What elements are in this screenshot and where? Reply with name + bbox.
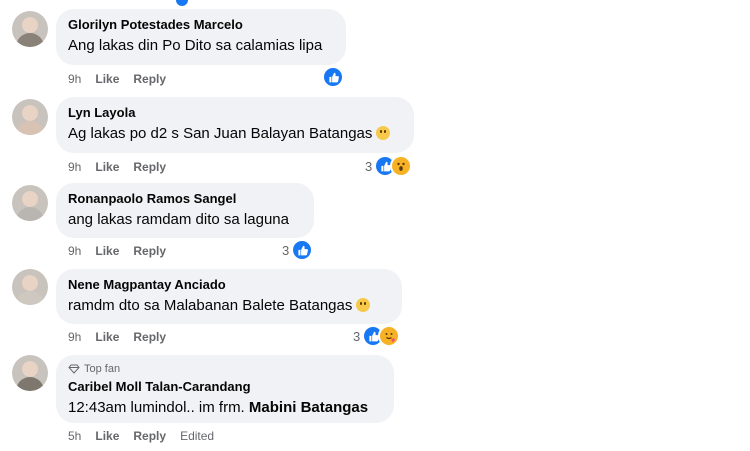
avatar[interactable] bbox=[12, 99, 48, 135]
timestamp[interactable]: 9h bbox=[68, 71, 81, 87]
comment-text: Ang lakas din Po Dito sa calamias lipa bbox=[68, 37, 323, 54]
comment-actions: 9h Like Reply bbox=[68, 159, 166, 175]
top-fan-badge: Top fan bbox=[68, 362, 382, 376]
reply-button[interactable]: Reply bbox=[133, 159, 166, 175]
comment-actions: 5h Like Reply Edited bbox=[68, 428, 214, 444]
like-button[interactable]: Like bbox=[95, 159, 119, 175]
timestamp[interactable]: 9h bbox=[68, 243, 81, 259]
sad-emoji-icon bbox=[356, 298, 371, 312]
reaction-summary[interactable]: 3 bbox=[282, 239, 314, 261]
avatar[interactable] bbox=[12, 269, 48, 305]
comment-actions: 9h Like Reply bbox=[68, 71, 166, 87]
reply-button[interactable]: Reply bbox=[133, 71, 166, 87]
reply-button[interactable]: Reply bbox=[133, 329, 166, 345]
comment-bubble: Nene Magpantay Anciado ramdm dto sa Mala… bbox=[56, 269, 402, 324]
reaction-summary[interactable]: 3 bbox=[353, 325, 401, 347]
reaction-summary[interactable]: 3 bbox=[365, 155, 413, 177]
reaction-count: 3 bbox=[353, 328, 361, 344]
comment-text: ramdm dto sa Malabanan Balete Batangas bbox=[68, 296, 390, 316]
comment-text: ang lakas ramdam dito sa laguna bbox=[68, 211, 289, 228]
like-button[interactable]: Like bbox=[95, 71, 119, 87]
reaction-count: 3 bbox=[282, 242, 290, 258]
avatar[interactable] bbox=[12, 11, 48, 47]
comment-text-bold: Mabini Batangas bbox=[248, 399, 369, 416]
wow-icon bbox=[390, 155, 413, 177]
reply-button[interactable]: Reply bbox=[133, 243, 166, 259]
reaction-summary[interactable] bbox=[322, 66, 344, 88]
comment-bubble: Ronanpaolo Ramos Sangel ang lakas ramdam… bbox=[56, 183, 314, 238]
timestamp[interactable]: 9h bbox=[68, 329, 81, 345]
like-button[interactable]: Like bbox=[95, 428, 119, 444]
like-icon bbox=[291, 239, 314, 261]
avatar[interactable] bbox=[12, 185, 48, 221]
avatar[interactable] bbox=[12, 355, 48, 391]
diamond-icon bbox=[68, 364, 80, 374]
edited-label: Edited bbox=[180, 429, 215, 443]
comment-bubble: Lyn Layola Ag lakas po d2 s San Juan Bal… bbox=[56, 97, 414, 153]
like-icon bbox=[176, 0, 188, 6]
comment-bubble: Glorilyn Potestades Marcelo Ang lakas di… bbox=[56, 9, 346, 65]
care-icon bbox=[378, 325, 401, 347]
timestamp[interactable]: 9h bbox=[68, 159, 81, 175]
comment-text: Ag lakas po d2 s San Juan Balayan Batang… bbox=[68, 124, 402, 144]
commenter-name[interactable]: Glorilyn Potestades Marcelo bbox=[68, 17, 334, 33]
commenter-name[interactable]: Caribel Moll Talan-Carandang bbox=[68, 379, 382, 395]
comment-actions: 9h Like Reply bbox=[68, 243, 166, 259]
commenter-name[interactable]: Nene Magpantay Anciado bbox=[68, 277, 390, 293]
like-icon bbox=[322, 66, 344, 88]
like-button[interactable]: Like bbox=[95, 243, 119, 259]
top-fan-label: Top fan bbox=[84, 363, 121, 375]
reaction-count: 3 bbox=[365, 158, 373, 174]
sad-emoji-icon bbox=[376, 126, 391, 140]
timestamp[interactable]: 5h bbox=[68, 428, 81, 444]
like-button[interactable]: Like bbox=[95, 329, 119, 345]
comment-bubble: Top fan Caribel Moll Talan-Carandang 12:… bbox=[56, 355, 394, 423]
commenter-name[interactable]: Ronanpaolo Ramos Sangel bbox=[68, 191, 302, 207]
comment-text: 12:43am lumindol.. im frm. Mabini Batang… bbox=[68, 399, 369, 416]
reply-button[interactable]: Reply bbox=[133, 428, 166, 444]
commenter-name[interactable]: Lyn Layola bbox=[68, 105, 402, 121]
comment-actions: 9h Like Reply bbox=[68, 329, 166, 345]
